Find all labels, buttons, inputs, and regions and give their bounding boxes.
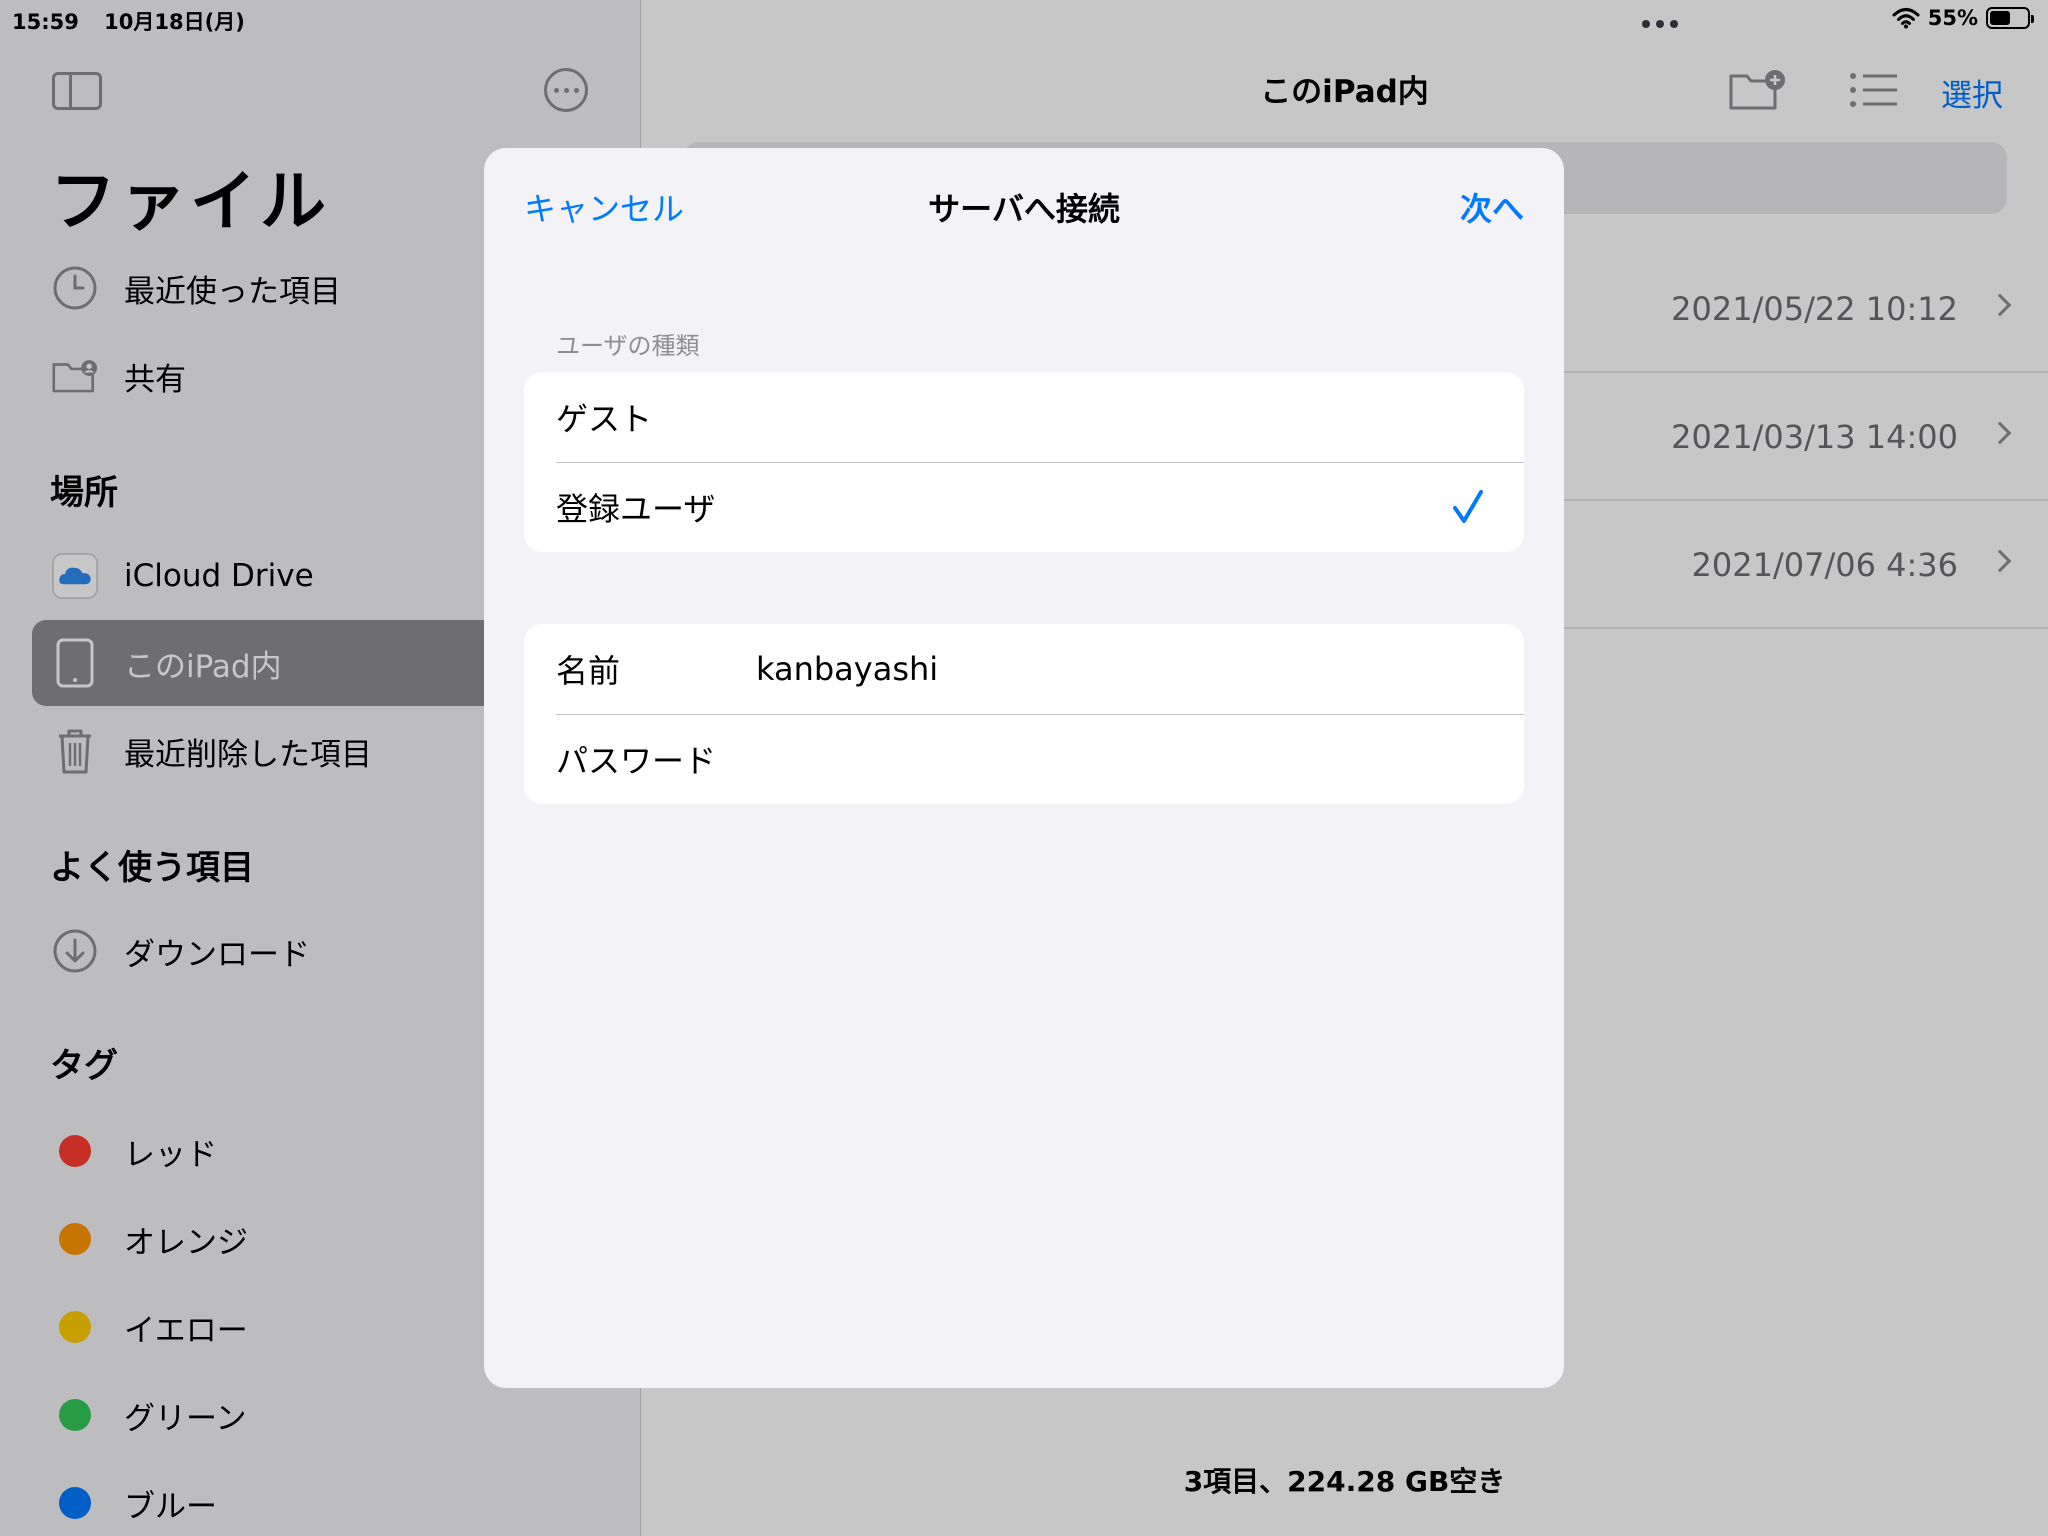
- next-button[interactable]: 次へ: [1460, 184, 1524, 230]
- password-field[interactable]: [756, 729, 1524, 789]
- option-label: ゲスト: [556, 400, 653, 438]
- password-label: パスワード: [556, 742, 717, 780]
- password-row[interactable]: パスワード: [524, 714, 1524, 804]
- checkmark-icon: [1453, 490, 1483, 523]
- user-type-header: ユーザの種類: [556, 332, 700, 360]
- user-type-guest-option[interactable]: ゲスト: [524, 372, 1524, 462]
- dialog-title: サーバへ接続: [928, 190, 1120, 228]
- user-type-registered-option[interactable]: 登録ユーザ: [524, 462, 1524, 552]
- name-field[interactable]: [756, 639, 1524, 699]
- option-label: 登録ユーザ: [556, 490, 716, 528]
- user-type-group: ゲスト 登録ユーザ: [524, 372, 1524, 552]
- name-label: 名前: [556, 652, 621, 690]
- connect-to-server-dialog: キャンセル サーバへ接続 次へ ユーザの種類 ゲスト 登録ユーザ 名前 パスワー…: [484, 148, 1564, 1388]
- credentials-group: 名前 パスワード: [524, 624, 1524, 804]
- name-row[interactable]: 名前: [524, 624, 1524, 714]
